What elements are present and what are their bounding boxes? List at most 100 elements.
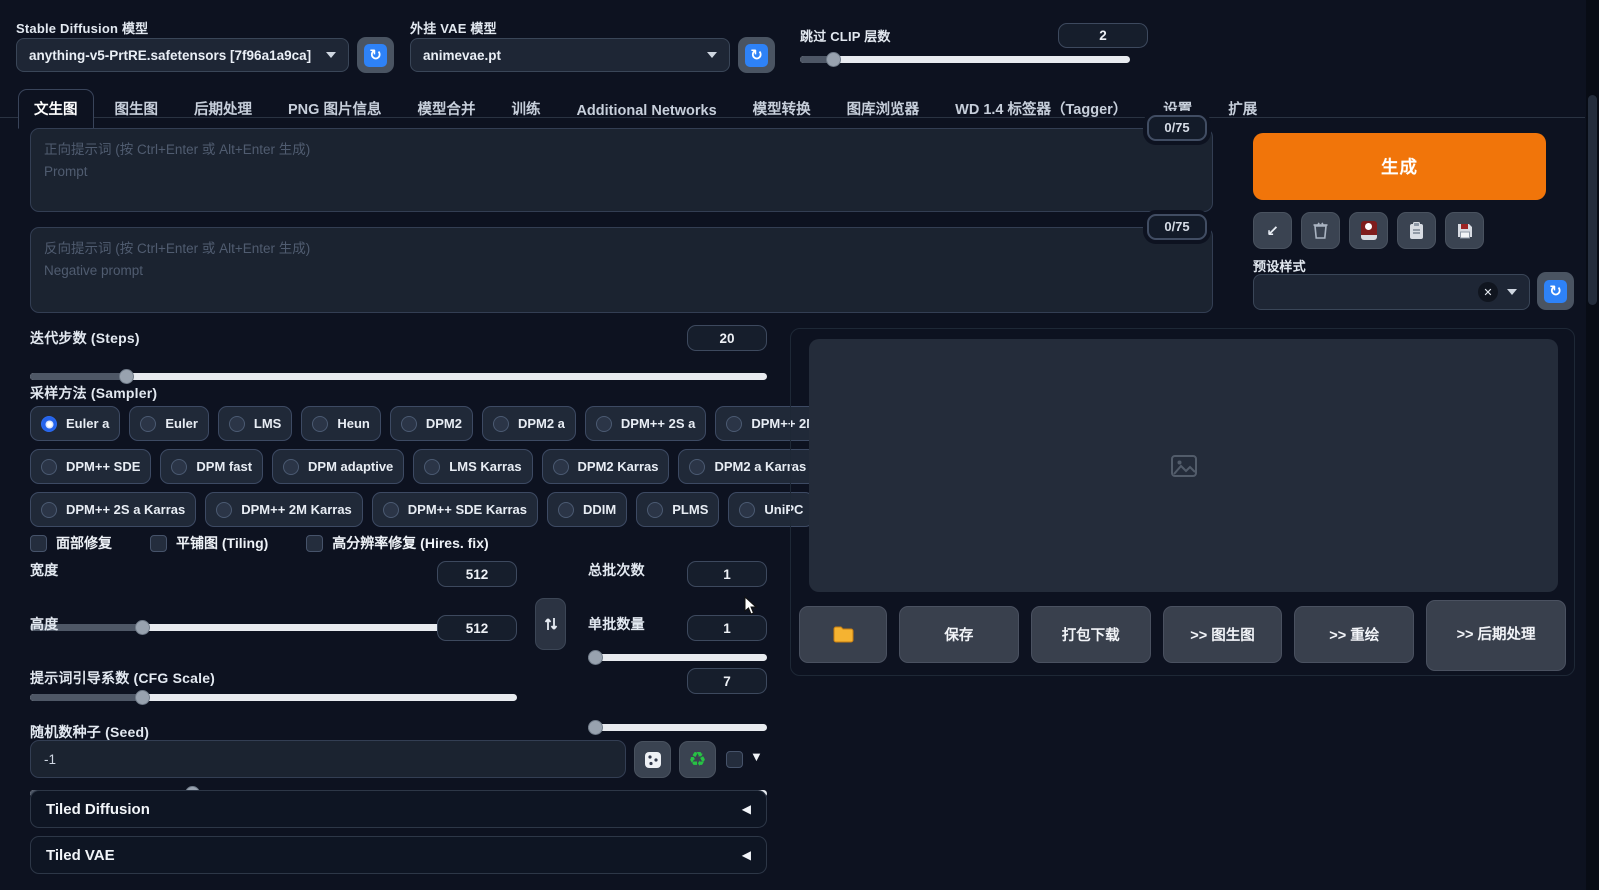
- read-params-button[interactable]: ↙: [1253, 212, 1292, 249]
- extra-networks-button[interactable]: [1349, 212, 1388, 249]
- tab-png-info[interactable]: PNG 图片信息: [273, 90, 396, 128]
- sampler-group: Euler a Euler LMS Heun DPM2 DPM2 a DPM++…: [30, 406, 767, 527]
- slider-handle[interactable]: [135, 620, 150, 635]
- sampler-option-lms-karras[interactable]: LMS Karras: [413, 449, 532, 484]
- slider-track[interactable]: [30, 373, 767, 380]
- sampler-option-lms[interactable]: LMS: [218, 406, 292, 441]
- sampler-option-heun[interactable]: Heun: [301, 406, 381, 441]
- random-seed-button[interactable]: [634, 741, 671, 778]
- slider-handle[interactable]: [588, 720, 603, 735]
- send-to-img2img-button[interactable]: >> 图生图: [1163, 606, 1283, 663]
- prompt-input[interactable]: [30, 128, 1213, 212]
- negative-token-counter: 0/75: [1147, 214, 1207, 240]
- batch-size-value[interactable]: 1: [687, 615, 767, 641]
- height-slider[interactable]: [30, 690, 517, 705]
- tab-image-browser[interactable]: 图库浏览器: [832, 90, 935, 128]
- seed-input[interactable]: [30, 740, 626, 778]
- tiled-diffusion-accordion[interactable]: Tiled Diffusion ◀: [30, 790, 767, 828]
- sampler-option-euler[interactable]: Euler: [129, 406, 209, 441]
- sampler-option-dpmpp-sde-karras[interactable]: DPM++ SDE Karras: [372, 492, 538, 527]
- sampler-option-euler-a[interactable]: Euler a: [30, 406, 120, 441]
- save-style-button[interactable]: [1445, 212, 1484, 249]
- tab-model-convert[interactable]: 模型转换: [738, 90, 826, 128]
- radio-icon: [41, 459, 57, 475]
- save-image-button[interactable]: 保存: [899, 606, 1019, 663]
- slider-track[interactable]: [588, 724, 767, 731]
- clip-skip-value[interactable]: 2: [1058, 23, 1148, 48]
- width-label: 宽度: [30, 560, 58, 580]
- sampler-option-dpmpp-sde[interactable]: DPM++ SDE: [30, 449, 151, 484]
- slider-handle[interactable]: [135, 690, 150, 705]
- generate-button[interactable]: 生成: [1253, 133, 1546, 200]
- restore-faces-checkbox[interactable]: 面部修复: [30, 533, 112, 553]
- send-to-inpaint-button[interactable]: >> 重绘: [1294, 606, 1414, 663]
- radio-icon: [424, 459, 440, 475]
- slider-fill: [30, 694, 142, 701]
- sampler-option-dpmpp-2m-karras[interactable]: DPM++ 2M Karras: [205, 492, 363, 527]
- radio-icon: [647, 502, 663, 518]
- tab-train[interactable]: 训练: [496, 90, 555, 128]
- tab-extensions[interactable]: 扩展: [1213, 90, 1272, 128]
- batch-size-slider[interactable]: [588, 720, 767, 735]
- tab-extras[interactable]: 后期处理: [179, 90, 267, 128]
- radio-icon: [283, 459, 299, 475]
- tiling-checkbox[interactable]: 平铺图 (Tiling): [150, 533, 268, 553]
- sampler-option-plms[interactable]: PLMS: [636, 492, 719, 527]
- vae-dropdown[interactable]: animevae.pt: [410, 38, 730, 72]
- reuse-seed-button[interactable]: ♻: [679, 741, 716, 778]
- sampler-option-dpm-fast[interactable]: DPM fast: [160, 449, 263, 484]
- seed-extra-arrow-icon[interactable]: ▼: [750, 749, 763, 764]
- width-value[interactable]: 512: [437, 561, 517, 587]
- model-dropdown[interactable]: anything-v5-PrtRE.safetensors [7f96a1a9c…: [16, 38, 349, 72]
- radio-icon: [383, 502, 399, 518]
- tab-checkpoint-merger[interactable]: 模型合并: [402, 90, 490, 128]
- steps-slider[interactable]: [30, 369, 767, 384]
- styles-dropdown[interactable]: ✕: [1253, 274, 1530, 310]
- clear-styles-icon[interactable]: ✕: [1478, 282, 1498, 302]
- scrollbar[interactable]: [1586, 0, 1599, 890]
- steps-value[interactable]: 20: [687, 325, 767, 351]
- cfg-value[interactable]: 7: [687, 668, 767, 694]
- height-value[interactable]: 512: [437, 615, 517, 641]
- tab-img2img[interactable]: 图生图: [100, 90, 174, 128]
- sampler-option-dpm2-karras[interactable]: DPM2 Karras: [542, 449, 670, 484]
- styles-refresh-button[interactable]: ↻: [1537, 272, 1574, 310]
- tab-additional-networks[interactable]: Additional Networks: [561, 95, 731, 128]
- open-folder-button[interactable]: [799, 606, 887, 663]
- tab-txt2img[interactable]: 文生图: [18, 89, 94, 129]
- tab-tagger[interactable]: WD 1.4 标签器（Tagger）: [940, 90, 1142, 128]
- sampler-option-dpm2-a[interactable]: DPM2 a: [482, 406, 576, 441]
- send-to-extras-button[interactable]: >> 后期处理: [1426, 600, 1566, 671]
- slider-handle[interactable]: [119, 369, 134, 384]
- slider-handle[interactable]: [826, 52, 841, 67]
- slider-handle[interactable]: [588, 650, 603, 665]
- apply-style-button[interactable]: [1397, 212, 1436, 249]
- prompt-token-counter: 0/75: [1147, 115, 1207, 141]
- options-row: 面部修复 平铺图 (Tiling) 高分辨率修复 (Hires. fix): [30, 533, 489, 553]
- gallery-actions-row: 保存 打包下载 >> 图生图 >> 重绘 >> 后期处理: [799, 606, 1566, 671]
- seed-extra-checkbox[interactable]: [726, 751, 743, 768]
- tiled-vae-accordion[interactable]: Tiled VAE ◀: [30, 836, 767, 874]
- zip-download-button[interactable]: 打包下载: [1031, 606, 1151, 663]
- sampler-option-dpm2[interactable]: DPM2: [390, 406, 473, 441]
- radio-icon: [41, 416, 57, 432]
- batch-count-value[interactable]: 1: [687, 561, 767, 587]
- clear-prompt-button[interactable]: [1301, 212, 1340, 249]
- sampler-option-dpm-adaptive[interactable]: DPM adaptive: [272, 449, 404, 484]
- scrollbar-thumb[interactable]: [1588, 95, 1597, 305]
- negative-prompt-box: [30, 227, 1213, 313]
- negative-prompt-input[interactable]: [30, 227, 1213, 313]
- sampler-option-dpmpp-2s-a-karras[interactable]: DPM++ 2S a Karras: [30, 492, 196, 527]
- swap-dimensions-button[interactable]: [535, 598, 566, 650]
- vae-refresh-button[interactable]: ↻: [738, 37, 775, 73]
- slider-track[interactable]: [800, 56, 1130, 63]
- model-refresh-button[interactable]: ↻: [357, 37, 394, 73]
- sampler-option-ddim[interactable]: DDIM: [547, 492, 627, 527]
- clip-skip-slider[interactable]: [800, 52, 1130, 67]
- app-root: Stable Diffusion 模型 anything-v5-PrtRE.sa…: [0, 0, 1599, 890]
- prompt-box: [30, 128, 1213, 212]
- sampler-option-dpmpp-2s-a[interactable]: DPM++ 2S a: [585, 406, 706, 441]
- slider-track[interactable]: [588, 654, 767, 661]
- hires-fix-checkbox[interactable]: 高分辨率修复 (Hires. fix): [306, 533, 488, 553]
- batch-count-slider[interactable]: [588, 650, 767, 665]
